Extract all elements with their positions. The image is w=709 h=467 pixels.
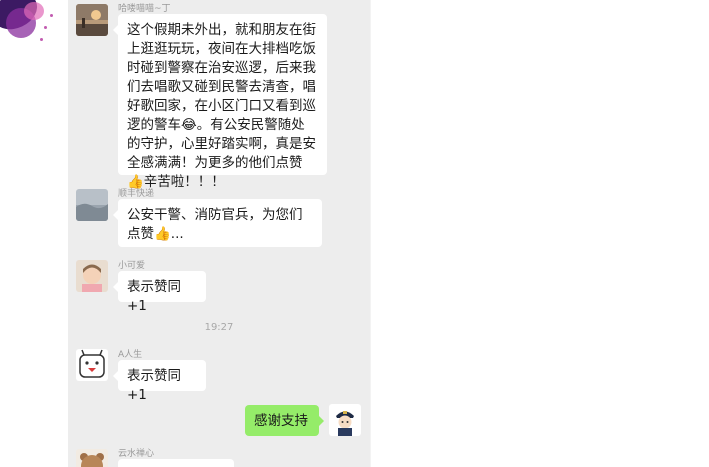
- sender-name: 哈喽喵喵~丁: [118, 4, 171, 14]
- message-bubble[interactable]: 这个假期未外出，就和朋友在街上逛逛玩玩，夜间在大排档吃饭时碰到警察在治安巡逻，后…: [113, 14, 327, 190]
- message-bubble[interactable]: 表示赞同+1: [113, 360, 206, 403]
- landscape-avatar-icon[interactable]: [76, 189, 108, 221]
- sender-name: 云水禅心: [118, 449, 155, 459]
- sender-name: 小可爱: [118, 261, 146, 271]
- divider: [370, 0, 371, 467]
- message-bubble[interactable]: 公安干警、消防官兵，为您们点赞👍...: [113, 199, 322, 247]
- sender-name: A人生: [118, 350, 143, 360]
- chat-panel[interactable]: 哈喽喵喵~丁 这个假期未外出，就和朋友在街上逛逛玩玩，夜间在大排档吃饭时碰到警察…: [68, 0, 370, 467]
- message-bubble[interactable]: [118, 459, 234, 467]
- message-bubble[interactable]: 表示赞同+1: [113, 271, 206, 314]
- child-avatar-icon[interactable]: [76, 260, 108, 292]
- timestamp: 19:27: [204, 322, 234, 333]
- bear-avatar-icon[interactable]: [76, 449, 108, 467]
- sunset-avatar-icon[interactable]: [76, 4, 108, 36]
- decorative-corner-graphic: [0, 0, 58, 52]
- outgoing-message-bubble[interactable]: 感谢支持: [245, 405, 324, 436]
- police-avatar-icon[interactable]: [329, 404, 361, 436]
- cartoon-face-avatar-icon[interactable]: [76, 349, 108, 381]
- sender-name: 顺丰快递: [118, 189, 155, 199]
